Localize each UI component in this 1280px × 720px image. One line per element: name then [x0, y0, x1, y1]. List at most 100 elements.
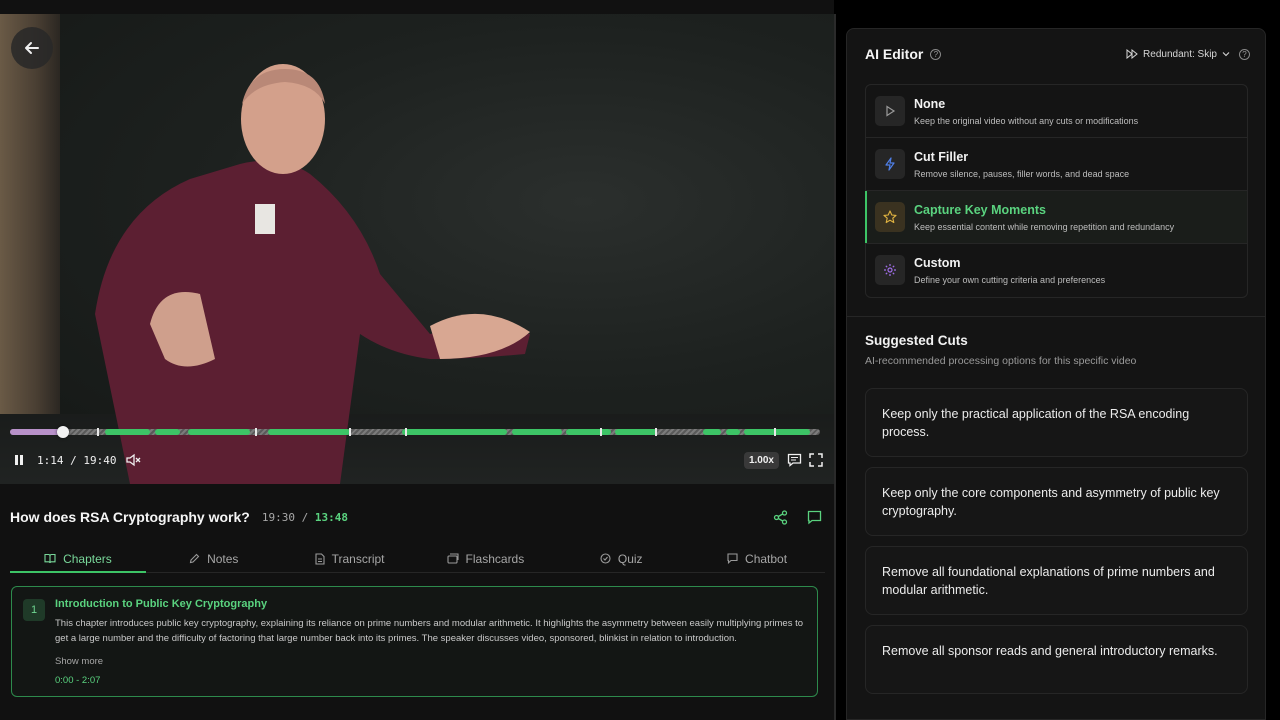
ai-editor-header: AI Editor ? Redundant: Skip ? — [865, 46, 1250, 62]
arrow-left-icon — [25, 42, 39, 54]
help-icon[interactable]: ? — [930, 48, 942, 60]
mode-name: Cut Filler — [914, 150, 969, 164]
tab-flashcards[interactable]: Flashcards — [417, 545, 553, 572]
help-icon[interactable]: ? — [1239, 48, 1250, 60]
seek-handle[interactable] — [57, 426, 69, 438]
mode-name: Capture Key Moments — [914, 203, 1046, 217]
tab-label: Chatbot — [745, 551, 788, 566]
tab-quiz[interactable]: Quiz — [553, 545, 689, 572]
document-icon — [315, 552, 325, 565]
player-controls: 1:14 / 19:40 1.00x — [10, 450, 825, 470]
chapter-description: This chapter introduces public key crypt… — [55, 618, 804, 644]
suggested-cuts-subtitle: AI-recommended processing options for th… — [865, 355, 1137, 367]
mode-description: Remove silence, pauses, filler words, an… — [914, 169, 1130, 179]
played-segment — [10, 429, 62, 435]
kept-segment — [703, 429, 721, 435]
tab-label: Transcript — [331, 551, 385, 566]
suggested-cut-item[interactable]: Remove all sponsor reads and general int… — [865, 625, 1248, 694]
chapter-time-range: 0:00 - 2:07 — [55, 675, 101, 686]
cards-icon — [446, 553, 459, 564]
suggested-cut-item[interactable]: Remove all foundational explanations of … — [865, 546, 1248, 615]
redundant-dropdown[interactable]: Redundant: Skip ? — [1126, 48, 1250, 60]
kept-segment — [268, 429, 350, 435]
share-icon — [773, 509, 787, 525]
kept-segment — [744, 429, 810, 435]
lecturer-figure — [95, 64, 530, 484]
chevron-down-icon — [1222, 52, 1230, 57]
kept-segment — [566, 429, 611, 435]
fullscreen-icon — [809, 453, 823, 467]
kept-segment — [726, 429, 740, 435]
video-title: How does RSA Cryptography work? — [10, 509, 250, 525]
chapter-marker — [655, 428, 657, 436]
pause-icon — [15, 455, 23, 465]
redundant-label: Redundant: Skip — [1143, 48, 1217, 60]
suggested-cuts-title: Suggested Cuts — [865, 333, 968, 348]
tab-transcript[interactable]: Transcript — [282, 545, 418, 572]
chapter-marker — [774, 428, 776, 436]
progress-bar[interactable] — [10, 426, 820, 438]
captions-button[interactable] — [785, 451, 803, 469]
comment-button[interactable] — [803, 506, 825, 528]
share-button[interactable] — [769, 506, 791, 528]
mute-button[interactable] — [125, 451, 143, 469]
pause-button[interactable] — [10, 451, 28, 469]
show-more-link[interactable]: Show more — [55, 656, 103, 667]
chapter-marker — [97, 428, 99, 436]
mode-custom[interactable]: Custom Define your own cutting criteria … — [866, 244, 1247, 297]
video-title-row: How does RSA Cryptography work? 19:30 / … — [10, 506, 825, 528]
chapter-card[interactable]: 1 Introduction to Public Key Cryptograph… — [11, 586, 818, 697]
chapter-marker — [255, 428, 257, 436]
chapter-marker — [600, 428, 602, 436]
gear-icon — [875, 255, 905, 285]
mode-cut-filler[interactable]: Cut Filler Remove silence, pauses, fille… — [866, 138, 1247, 191]
ai-editor-title: AI Editor — [865, 46, 924, 62]
chapter-marker — [349, 428, 351, 436]
section-divider — [847, 316, 1265, 317]
tab-notes[interactable]: Notes — [146, 545, 282, 572]
mode-description: Keep essential content while removing re… — [914, 222, 1175, 232]
back-button[interactable] — [11, 27, 53, 69]
tab-chatbot[interactable]: Chatbot — [689, 545, 825, 572]
kept-segment — [402, 429, 507, 435]
comment-icon — [807, 510, 821, 524]
chapter-number: 1 — [23, 599, 45, 621]
mode-capture-key-moments[interactable]: Capture Key Moments Keep essential conte… — [865, 191, 1247, 244]
content-tabs: Chapters Notes Transcript Flashcards Qui… — [10, 545, 825, 573]
chapter-title: Introduction to Public Key Cryptography — [55, 598, 268, 610]
video-frame[interactable]: 1:14 / 19:40 1.00x — [0, 14, 834, 484]
play-icon — [875, 96, 905, 126]
tab-chapters[interactable]: Chapters — [10, 545, 146, 573]
lightning-icon — [875, 149, 905, 179]
volume-muted-icon — [125, 453, 140, 467]
mode-description: Define your own cutting criteria and pre… — [914, 275, 1106, 285]
editor-mode-list: None Keep the original video without any… — [865, 84, 1248, 298]
duration-display: 19:30 / 13:48 — [261, 510, 348, 524]
mode-description: Keep the original video without any cuts… — [914, 116, 1139, 126]
chapter-marker — [405, 428, 407, 436]
tab-label: Quiz — [617, 551, 643, 566]
video-panel: 1:14 / 19:40 1.00x How does RSA Cryptogr… — [0, 0, 834, 720]
tab-label: Chapters — [63, 551, 112, 566]
captions-icon — [787, 453, 801, 467]
kept-segment — [512, 429, 562, 435]
tab-label: Notes — [207, 551, 239, 566]
mode-name: None — [914, 97, 946, 111]
time-display: 1:14 / 19:40 — [37, 453, 117, 467]
kept-segment — [188, 429, 250, 435]
panel-divider[interactable] — [834, 14, 836, 720]
playback-speed-button[interactable]: 1.00x — [743, 451, 779, 469]
book-icon — [44, 553, 56, 564]
check-circle-icon — [600, 553, 611, 564]
suggested-cut-item[interactable]: Keep only the practical application of t… — [865, 388, 1248, 457]
kept-segment — [155, 429, 180, 435]
skip-forward-icon — [1126, 49, 1138, 59]
kept-segment — [105, 429, 150, 435]
mode-none[interactable]: None Keep the original video without any… — [866, 85, 1247, 138]
tab-label: Flashcards — [465, 551, 525, 566]
ai-editor-panel: AI Editor ? Redundant: Skip ? None Keep … — [846, 28, 1266, 720]
suggested-cut-item[interactable]: Keep only the core components and asymme… — [865, 467, 1248, 536]
pencil-icon — [189, 553, 200, 564]
mode-name: Custom — [914, 256, 961, 270]
fullscreen-button[interactable] — [807, 451, 825, 469]
